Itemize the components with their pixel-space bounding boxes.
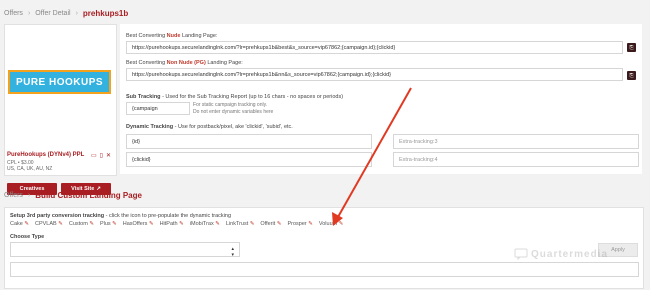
annotation-arrow	[332, 87, 412, 226]
